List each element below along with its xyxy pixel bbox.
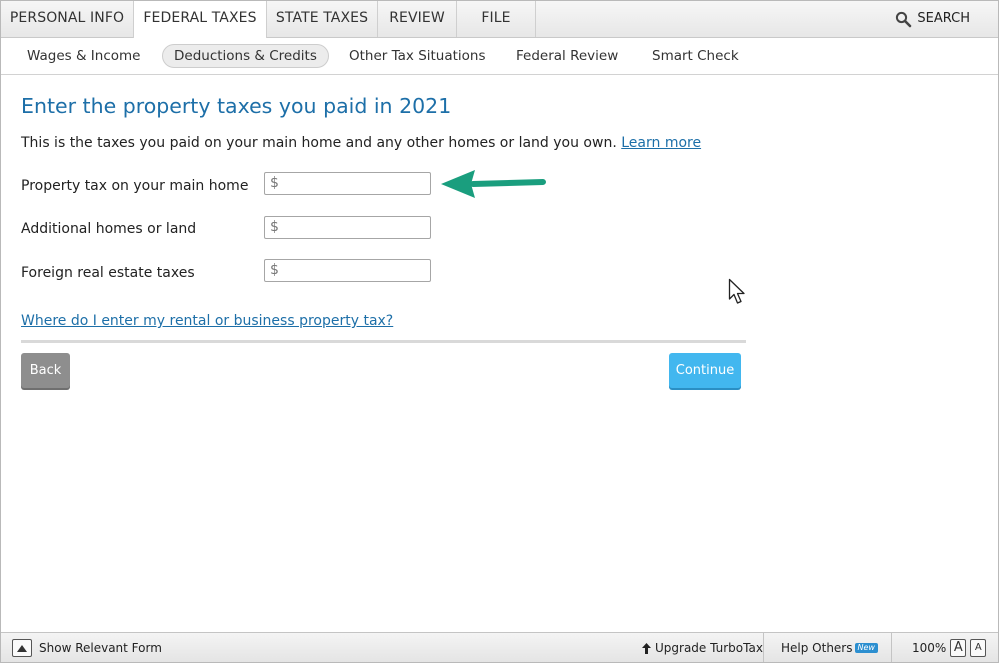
currency-symbol: $ [270,175,279,191]
divider [21,340,746,343]
subnav-federal-review[interactable]: Federal Review [516,45,618,67]
search-label: SEARCH [917,11,970,26]
main-home-tax-label: Property tax on your main home [21,178,249,194]
zoom-level: 100% [912,641,947,655]
additional-homes-field: $ [264,216,431,239]
main-home-tax-field: $ [264,172,431,195]
decrease-font-button[interactable]: A [970,639,987,657]
page-title: Enter the property taxes you paid in 202… [21,94,452,118]
tab-federal-taxes[interactable]: FEDERAL TAXES [133,1,267,38]
mouse-pointer-icon [728,278,748,310]
tab-review[interactable]: REVIEW [378,1,457,37]
search-button[interactable]: SEARCH [895,1,970,37]
additional-homes-label: Additional homes or land [21,221,197,237]
show-relevant-form-button[interactable]: Show Relevant Form [12,633,162,662]
continue-button[interactable]: Continue [669,353,741,388]
top-nav: PERSONAL INFO FEDERAL TAXES STATE TAXES … [1,1,998,38]
sub-nav: Wages & Income Deductions & Credits Othe… [1,38,998,75]
search-icon [895,11,912,28]
upgrade-turbotax-button[interactable]: Upgrade TurboTax [642,633,763,662]
subnav-other-tax-situations[interactable]: Other Tax Situations [349,45,486,67]
back-button[interactable]: Back [21,353,70,388]
show-relevant-form-label: Show Relevant Form [39,641,162,655]
main-home-tax-input[interactable] [282,174,427,193]
bottom-bar: Show Relevant Form Upgrade TurboTax Help… [1,632,998,662]
additional-homes-input[interactable] [282,218,427,237]
subnav-deductions-credits[interactable]: Deductions & Credits [162,44,329,68]
left-arrow-icon [439,169,547,203]
arrow-up-icon [642,642,651,654]
new-badge: New [854,643,878,653]
foreign-real-estate-field: $ [264,259,431,282]
tab-state-taxes[interactable]: STATE TAXES [267,1,378,37]
currency-symbol: $ [270,219,279,235]
triangle-up-icon [12,639,32,657]
tab-personal-info[interactable]: PERSONAL INFO [1,1,134,37]
help-others-label: Help Others [781,641,853,655]
tab-file[interactable]: FILE [457,1,536,37]
help-others-button[interactable]: Help Others New [781,633,878,662]
rental-property-tax-link[interactable]: Where do I enter my rental or business p… [21,313,393,329]
description-text: This is the taxes you paid on your main … [21,135,617,151]
page-description: This is the taxes you paid on your main … [21,135,701,151]
foreign-real-estate-label: Foreign real estate taxes [21,265,195,281]
subnav-smart-check[interactable]: Smart Check [652,45,739,67]
zoom-controls: 100% A A [912,633,987,662]
divider [763,633,764,662]
turbotax-window: PERSONAL INFO FEDERAL TAXES STATE TAXES … [0,0,999,663]
foreign-real-estate-input[interactable] [282,261,427,280]
currency-symbol: $ [270,262,279,278]
divider [891,633,892,662]
upgrade-label: Upgrade TurboTax [655,641,763,655]
learn-more-link[interactable]: Learn more [621,135,701,151]
increase-font-button[interactable]: A [950,639,967,657]
subnav-wages-income[interactable]: Wages & Income [27,45,140,67]
